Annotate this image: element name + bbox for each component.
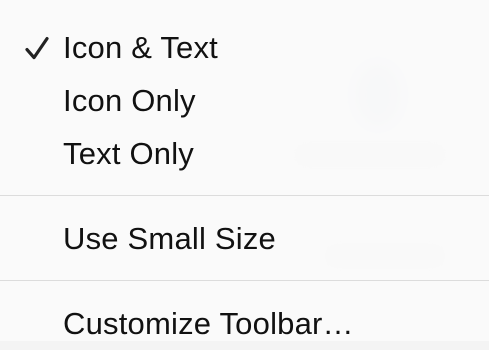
menu-item-use-small-size[interactable]: Use Small Size xyxy=(0,212,489,265)
menu-separator xyxy=(0,195,489,196)
menu-item-icon-only[interactable]: Icon Only xyxy=(0,74,489,127)
toolbar-context-menu: Icon & Text Icon Only Text Only Use Smal… xyxy=(0,0,489,341)
menu-item-label: Customize Toolbar… xyxy=(63,305,354,341)
menu-item-label: Use Small Size xyxy=(63,220,276,256)
menu-item-customize-toolbar[interactable]: Customize Toolbar… xyxy=(0,297,489,350)
checkmark-icon xyxy=(25,36,49,59)
menu-item-label: Icon Only xyxy=(63,82,196,118)
menu-separator xyxy=(0,280,489,281)
menu-item-label: Text Only xyxy=(63,135,195,171)
menu-item-label: Icon & Text xyxy=(63,29,218,65)
menu-item-icon-and-text[interactable]: Icon & Text xyxy=(0,21,489,74)
menu-item-text-only[interactable]: Text Only xyxy=(0,127,489,180)
